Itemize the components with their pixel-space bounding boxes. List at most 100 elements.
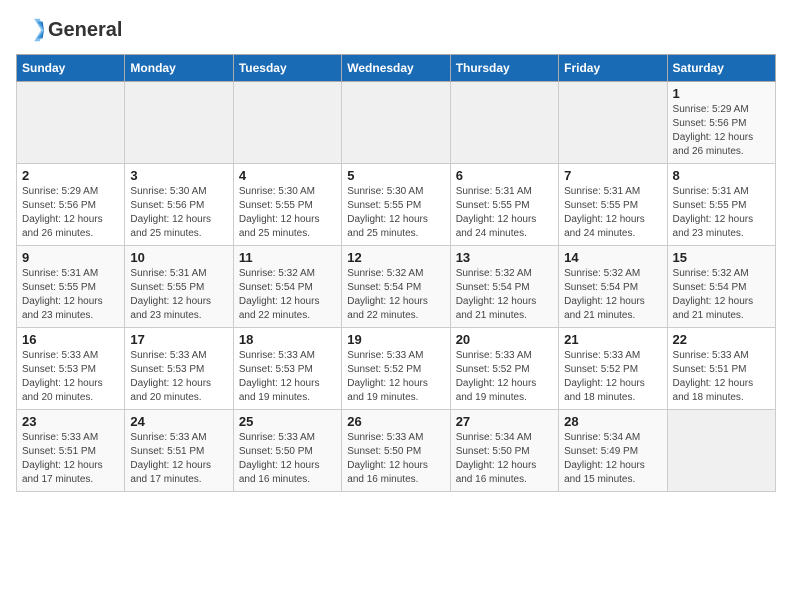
header-wednesday: Wednesday	[342, 55, 450, 82]
day-info: Sunrise: 5:30 AM Sunset: 5:55 PM Dayligh…	[347, 185, 444, 241]
calendar-cell	[342, 82, 450, 164]
day-info: Sunrise: 5:33 AM Sunset: 5:50 PM Dayligh…	[239, 431, 336, 487]
week-row-4: 16 Sunrise: 5:33 AM Sunset: 5:53 PM Dayli…	[17, 328, 776, 410]
day-number: 22	[673, 332, 770, 347]
day-number: 28	[564, 414, 661, 429]
calendar-cell: 6 Sunrise: 5:31 AM Sunset: 5:55 PM Daylig…	[450, 164, 558, 246]
calendar-cell: 14 Sunrise: 5:32 AM Sunset: 5:54 PM Dayli…	[559, 246, 667, 328]
calendar-cell: 27 Sunrise: 5:34 AM Sunset: 5:50 PM Dayli…	[450, 410, 558, 492]
day-info: Sunrise: 5:29 AM Sunset: 5:56 PM Dayligh…	[673, 103, 770, 159]
day-info: Sunrise: 5:33 AM Sunset: 5:52 PM Dayligh…	[347, 349, 444, 405]
day-info: Sunrise: 5:31 AM Sunset: 5:55 PM Dayligh…	[130, 267, 227, 323]
day-info: Sunrise: 5:31 AM Sunset: 5:55 PM Dayligh…	[673, 185, 770, 241]
day-number: 11	[239, 250, 336, 265]
calendar-cell: 1Sunrise: 5:29 AM Sunset: 5:56 PM Daylig…	[667, 82, 775, 164]
calendar-cell: 7Sunrise: 5:31 AM Sunset: 5:55 PM Daylig…	[559, 164, 667, 246]
day-number: 27	[456, 414, 553, 429]
day-number: 5	[347, 168, 444, 183]
day-info: Sunrise: 5:31 AM Sunset: 5:55 PM Dayligh…	[22, 267, 119, 323]
day-number: 21	[564, 332, 661, 347]
calendar-cell: 25 Sunrise: 5:33 AM Sunset: 5:50 PM Dayli…	[233, 410, 341, 492]
calendar-cell: 10 Sunrise: 5:31 AM Sunset: 5:55 PM Dayli…	[125, 246, 233, 328]
day-info: Sunrise: 5:30 AM Sunset: 5:56 PM Dayligh…	[130, 185, 227, 241]
day-number: 23	[22, 414, 119, 429]
day-info: Sunrise: 5:32 AM Sunset: 5:54 PM Dayligh…	[347, 267, 444, 323]
day-number: 25	[239, 414, 336, 429]
calendar-cell: 26 Sunrise: 5:33 AM Sunset: 5:50 PM Dayli…	[342, 410, 450, 492]
calendar-cell: 22 Sunrise: 5:33 AM Sunset: 5:51 PM Dayli…	[667, 328, 775, 410]
calendar-cell: 13Sunrise: 5:32 AM Sunset: 5:54 PM Dayli…	[450, 246, 558, 328]
calendar-cell: 28 Sunrise: 5:34 AM Sunset: 5:49 PM Dayli…	[559, 410, 667, 492]
calendar-cell: 24 Sunrise: 5:33 AM Sunset: 5:51 PM Dayli…	[125, 410, 233, 492]
day-number: 9	[22, 250, 119, 265]
calendar-cell	[233, 82, 341, 164]
week-row-2: 2 Sunrise: 5:29 AM Sunset: 5:56 PM Daylig…	[17, 164, 776, 246]
day-info: Sunrise: 5:33 AM Sunset: 5:52 PM Dayligh…	[456, 349, 553, 405]
calendar-header-row: SundayMondayTuesdayWednesdayThursdayFrid…	[17, 55, 776, 82]
calendar-cell: 3 Sunrise: 5:30 AM Sunset: 5:56 PM Daylig…	[125, 164, 233, 246]
calendar-cell	[125, 82, 233, 164]
header-thursday: Thursday	[450, 55, 558, 82]
calendar-table: SundayMondayTuesdayWednesdayThursdayFrid…	[16, 54, 776, 492]
calendar-cell: 12 Sunrise: 5:32 AM Sunset: 5:54 PM Dayli…	[342, 246, 450, 328]
day-number: 10	[130, 250, 227, 265]
calendar-cell: 23 Sunrise: 5:33 AM Sunset: 5:51 PM Dayli…	[17, 410, 125, 492]
day-info: Sunrise: 5:31 AM Sunset: 5:55 PM Dayligh…	[456, 185, 553, 241]
week-row-3: 9 Sunrise: 5:31 AM Sunset: 5:55 PM Daylig…	[17, 246, 776, 328]
header-monday: Monday	[125, 55, 233, 82]
day-info: Sunrise: 5:29 AM Sunset: 5:56 PM Dayligh…	[22, 185, 119, 241]
day-number: 18	[239, 332, 336, 347]
calendar-cell: 18 Sunrise: 5:33 AM Sunset: 5:53 PM Dayli…	[233, 328, 341, 410]
day-info: Sunrise: 5:34 AM Sunset: 5:49 PM Dayligh…	[564, 431, 661, 487]
day-number: 17	[130, 332, 227, 347]
day-number: 16	[22, 332, 119, 347]
header-friday: Friday	[559, 55, 667, 82]
day-number: 15	[673, 250, 770, 265]
calendar-cell: 2 Sunrise: 5:29 AM Sunset: 5:56 PM Daylig…	[17, 164, 125, 246]
logo-icon	[16, 16, 44, 44]
day-info: Sunrise: 5:33 AM Sunset: 5:51 PM Dayligh…	[673, 349, 770, 405]
day-info: Sunrise: 5:33 AM Sunset: 5:53 PM Dayligh…	[239, 349, 336, 405]
calendar-cell	[450, 82, 558, 164]
day-number: 3	[130, 168, 227, 183]
day-number: 24	[130, 414, 227, 429]
day-number: 4	[239, 168, 336, 183]
calendar-cell: 21Sunrise: 5:33 AM Sunset: 5:52 PM Dayli…	[559, 328, 667, 410]
calendar-cell: 9 Sunrise: 5:31 AM Sunset: 5:55 PM Daylig…	[17, 246, 125, 328]
day-info: Sunrise: 5:33 AM Sunset: 5:51 PM Dayligh…	[22, 431, 119, 487]
day-number: 26	[347, 414, 444, 429]
calendar-cell: 20 Sunrise: 5:33 AM Sunset: 5:52 PM Dayli…	[450, 328, 558, 410]
header-sunday: Sunday	[17, 55, 125, 82]
logo: General	[16, 16, 122, 44]
day-info: Sunrise: 5:32 AM Sunset: 5:54 PM Dayligh…	[673, 267, 770, 323]
calendar-cell: 11 Sunrise: 5:32 AM Sunset: 5:54 PM Dayli…	[233, 246, 341, 328]
day-info: Sunrise: 5:33 AM Sunset: 5:51 PM Dayligh…	[130, 431, 227, 487]
logo-text: General	[48, 19, 122, 41]
day-number: 7	[564, 168, 661, 183]
calendar-cell	[559, 82, 667, 164]
day-info: Sunrise: 5:32 AM Sunset: 5:54 PM Dayligh…	[564, 267, 661, 323]
day-number: 14	[564, 250, 661, 265]
day-info: Sunrise: 5:33 AM Sunset: 5:53 PM Dayligh…	[130, 349, 227, 405]
calendar-cell: 19Sunrise: 5:33 AM Sunset: 5:52 PM Dayli…	[342, 328, 450, 410]
day-info: Sunrise: 5:34 AM Sunset: 5:50 PM Dayligh…	[456, 431, 553, 487]
day-info: Sunrise: 5:32 AM Sunset: 5:54 PM Dayligh…	[239, 267, 336, 323]
header-saturday: Saturday	[667, 55, 775, 82]
calendar-cell: 17 Sunrise: 5:33 AM Sunset: 5:53 PM Dayli…	[125, 328, 233, 410]
day-number: 12	[347, 250, 444, 265]
calendar-cell: 16 Sunrise: 5:33 AM Sunset: 5:53 PM Dayli…	[17, 328, 125, 410]
calendar-cell: 5 Sunrise: 5:30 AM Sunset: 5:55 PM Daylig…	[342, 164, 450, 246]
day-number: 8	[673, 168, 770, 183]
day-info: Sunrise: 5:33 AM Sunset: 5:53 PM Dayligh…	[22, 349, 119, 405]
day-info: Sunrise: 5:33 AM Sunset: 5:50 PM Dayligh…	[347, 431, 444, 487]
week-row-5: 23 Sunrise: 5:33 AM Sunset: 5:51 PM Dayli…	[17, 410, 776, 492]
week-row-1: 1Sunrise: 5:29 AM Sunset: 5:56 PM Daylig…	[17, 82, 776, 164]
day-number: 2	[22, 168, 119, 183]
calendar-cell: 8 Sunrise: 5:31 AM Sunset: 5:55 PM Daylig…	[667, 164, 775, 246]
calendar-cell: 4Sunrise: 5:30 AM Sunset: 5:55 PM Daylig…	[233, 164, 341, 246]
calendar-cell	[17, 82, 125, 164]
day-number: 20	[456, 332, 553, 347]
day-info: Sunrise: 5:32 AM Sunset: 5:54 PM Dayligh…	[456, 267, 553, 323]
day-number: 6	[456, 168, 553, 183]
page-header: General	[16, 16, 776, 44]
